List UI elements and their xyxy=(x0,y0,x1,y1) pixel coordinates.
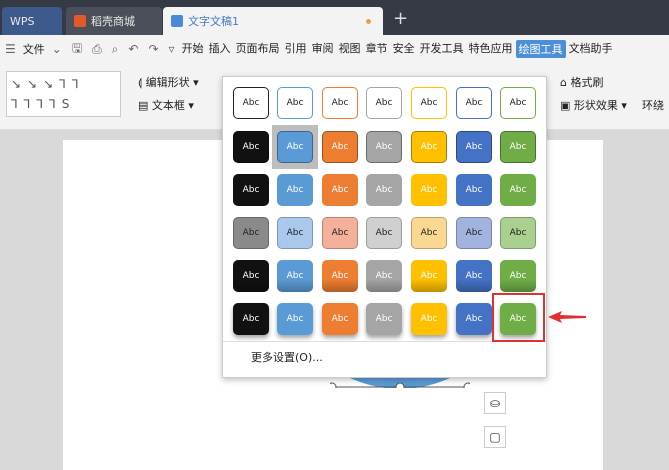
style-preset-3-1[interactable]: Abc xyxy=(277,217,313,249)
style-preset-2-4[interactable]: Abc xyxy=(411,174,447,206)
menu-tab[interactable]: 审阅 xyxy=(310,40,336,58)
tab-label: WPS xyxy=(10,14,35,28)
tab-label: 文字文稿1 xyxy=(188,15,239,28)
style-preset-5-1[interactable]: Abc xyxy=(277,303,313,335)
style-preset-1-3[interactable]: Abc xyxy=(366,131,402,163)
preview-icon[interactable]: ⌕ xyxy=(112,42,119,57)
style-preset-2-1[interactable]: Abc xyxy=(277,174,313,206)
style-preset-4-3[interactable]: Abc xyxy=(366,260,402,292)
style-preset-1-1[interactable]: Abc xyxy=(277,131,313,163)
line-shape-gallery[interactable]: ↘↘↘⅂⅂ ⅂⅂⅂⅂S xyxy=(6,71,121,117)
undo-icon[interactable]: ↶ xyxy=(128,42,138,56)
text-box-button[interactable]: ▤ 文本框 ▾ xyxy=(138,97,194,113)
style-preset-5-0[interactable]: Abc xyxy=(233,303,269,335)
style-preset-2-2[interactable]: Abc xyxy=(322,174,358,206)
style-preset-0-6[interactable]: Abc xyxy=(500,87,536,119)
menu-tab[interactable]: 引用 xyxy=(283,40,309,58)
style-preset-0-3[interactable]: Abc xyxy=(366,87,402,119)
wrap-label: 环绕 xyxy=(642,99,664,112)
style-preset-4-1[interactable]: Abc xyxy=(277,260,313,292)
style-preset-4-4[interactable]: Abc xyxy=(411,260,447,292)
menu-tab[interactable]: 开发工具 xyxy=(418,40,466,58)
menu-tab[interactable]: 视图 xyxy=(337,40,363,58)
style-preset-2-0[interactable]: Abc xyxy=(233,174,269,206)
save-icon[interactable]: 🖫 xyxy=(72,39,82,60)
shape-effect-label: 形状效果 xyxy=(573,99,618,112)
format-painter-label: 格式刷 xyxy=(570,76,604,89)
tab-docer-store[interactable]: 稻壳商城 xyxy=(66,7,162,35)
customize-icon[interactable]: ▿ xyxy=(169,42,175,56)
tab-bar: WPS 稻壳商城 文字文稿1 + xyxy=(0,0,669,35)
menu-tab[interactable]: 安全 xyxy=(391,40,417,58)
outline-icon[interactable]: ▢ xyxy=(484,426,506,448)
menu-tab[interactable]: 文档助手 xyxy=(567,40,615,58)
style-preset-4-0[interactable]: Abc xyxy=(233,260,269,292)
style-preset-5-2[interactable]: Abc xyxy=(322,303,358,335)
style-preset-1-2[interactable]: Abc xyxy=(322,131,358,163)
menu-tab[interactable]: 特色应用 xyxy=(467,40,515,58)
style-preset-0-4[interactable]: Abc xyxy=(411,87,447,119)
file-menu[interactable]: 文件 xyxy=(21,41,47,57)
style-preset-4-2[interactable]: Abc xyxy=(322,260,358,292)
style-preset-3-3[interactable]: Abc xyxy=(366,217,402,249)
text-box-label: 文本框 xyxy=(151,99,185,112)
wrap-button[interactable]: 环绕 xyxy=(642,97,664,113)
style-preset-3-0[interactable]: Abc xyxy=(233,217,269,249)
highlight-box xyxy=(492,293,545,342)
menu-tab[interactable]: 页面布局 xyxy=(234,40,282,58)
style-preset-0-2[interactable]: Abc xyxy=(322,87,358,119)
style-preset-1-0[interactable]: Abc xyxy=(233,131,269,163)
menu-bar: ☰ 文件 ⌄ 🖫 ⎙ ⌕ ↶ ↷ ▿ 开始 插入 页面布局 引用 审阅 视图 章节 安全 开发工具… xyxy=(0,35,669,63)
shape-effect-button[interactable]: ▣ 形状效果 ▾ xyxy=(560,97,627,113)
style-preset-3-6[interactable]: Abc xyxy=(500,217,536,249)
style-preset-2-3[interactable]: Abc xyxy=(366,174,402,206)
format-painter-button[interactable]: ⌂ 格式刷 xyxy=(560,74,603,90)
red-arrow-icon xyxy=(548,311,586,323)
style-preset-3-4[interactable]: Abc xyxy=(411,217,447,249)
style-preset-0-0[interactable]: Abc xyxy=(233,87,269,119)
tab-label: 稻壳商城 xyxy=(91,15,135,28)
style-preset-0-1[interactable]: Abc xyxy=(277,87,313,119)
print-icon[interactable]: ⎙ xyxy=(92,42,102,57)
menu-tab[interactable]: 章节 xyxy=(364,40,390,58)
style-preset-1-6[interactable]: Abc xyxy=(500,131,536,163)
style-preset-5-4[interactable]: Abc xyxy=(411,303,447,335)
tab-document[interactable]: 文字文稿1 xyxy=(163,7,383,35)
new-tab-button[interactable]: + xyxy=(393,8,408,29)
fill-icon[interactable]: ⛀ xyxy=(484,392,506,414)
style-preset-3-5[interactable]: Abc xyxy=(456,217,492,249)
style-preset-5-3[interactable]: Abc xyxy=(366,303,402,335)
style-preset-4-6[interactable]: Abc xyxy=(500,260,536,292)
style-preset-2-6[interactable]: Abc xyxy=(500,174,536,206)
edit-shape-button[interactable]: ⟬ 编辑形状 ▾ xyxy=(138,74,199,90)
doc-icon xyxy=(171,15,183,27)
style-preset-2-5[interactable]: Abc xyxy=(456,174,492,206)
edit-shape-label: 编辑形状 xyxy=(145,76,190,89)
style-preset-1-4[interactable]: Abc xyxy=(411,131,447,163)
style-preset-1-5[interactable]: Abc xyxy=(456,131,492,163)
redo-icon[interactable]: ↷ xyxy=(148,42,158,56)
menu-tab[interactable]: 绘图工具 xyxy=(515,40,566,58)
more-settings-button[interactable]: 更多设置(O)... xyxy=(251,349,323,365)
menu-tab[interactable]: 插入 xyxy=(207,40,233,58)
style-preset-4-5[interactable]: Abc xyxy=(456,260,492,292)
tab-wps[interactable]: WPS xyxy=(2,7,62,35)
style-preset-0-5[interactable]: Abc xyxy=(456,87,492,119)
hamburger-icon[interactable]: ☰ xyxy=(5,42,16,56)
unsaved-dot xyxy=(366,19,371,24)
flame-icon xyxy=(74,15,86,27)
menu-tab[interactable]: 开始 xyxy=(180,40,206,58)
style-preset-5-5[interactable]: Abc xyxy=(456,303,492,335)
style-preset-3-2[interactable]: Abc xyxy=(322,217,358,249)
chevron-down-icon: ⌄ xyxy=(51,42,62,56)
